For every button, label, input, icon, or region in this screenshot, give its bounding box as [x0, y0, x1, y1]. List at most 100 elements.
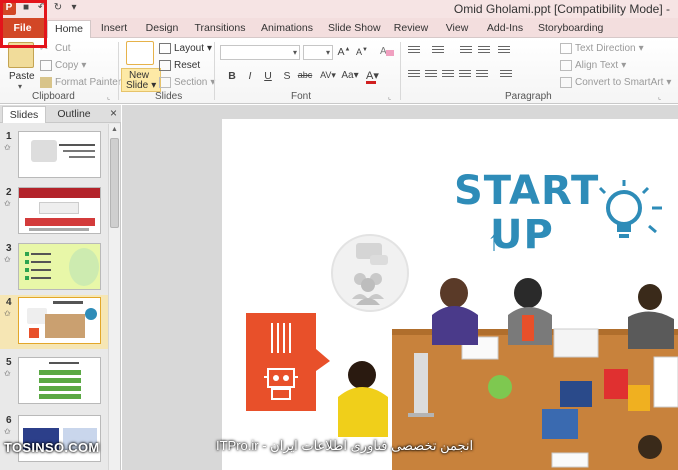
font-color-button[interactable]: A ▾: [366, 69, 386, 84]
tab-review[interactable]: Review: [393, 20, 429, 38]
clear-formatting-icon[interactable]: A: [380, 45, 394, 59]
tab-slides[interactable]: Slides: [2, 106, 46, 123]
convert-smartart-button[interactable]: Convert to SmartArt ▾: [560, 75, 671, 89]
slide-canvas[interactable]: START UP ↑: [222, 119, 678, 470]
tab-add-ins[interactable]: Add-Ins: [485, 20, 525, 38]
animation-star-icon: ✩: [4, 309, 11, 318]
close-icon[interactable]: ×: [110, 106, 117, 120]
new-slide-icon[interactable]: [126, 41, 154, 65]
increase-indent-icon[interactable]: [478, 46, 490, 56]
format-painter-button[interactable]: Format Painter: [40, 75, 121, 89]
quick-access-toolbar: ■ ↶ ↻ ▾: [20, 2, 80, 14]
group-separator: [118, 42, 119, 100]
animation-star-icon: ✩: [4, 369, 11, 378]
tab-storyboarding[interactable]: Storyboarding: [538, 20, 603, 38]
font-size-combo[interactable]: [303, 45, 333, 60]
tab-file[interactable]: File: [0, 18, 45, 38]
slide-thumbnail[interactable]: 6 ✩: [0, 413, 108, 465]
watermark-left: TOSINSO.COM: [4, 440, 100, 455]
align-left-icon[interactable]: [408, 70, 420, 80]
align-center-icon[interactable]: [425, 70, 437, 80]
line-spacing-icon[interactable]: [498, 46, 510, 56]
change-case-button[interactable]: Aa▾: [340, 70, 360, 81]
text-direction-button[interactable]: Text Direction ▾: [560, 41, 644, 55]
clipboard-launcher-icon[interactable]: ⌞: [107, 93, 110, 101]
shrink-font-button[interactable]: A▼: [355, 47, 369, 57]
redo-icon[interactable]: ↻: [52, 2, 64, 14]
section-button[interactable]: Section ▾: [159, 75, 215, 89]
slide-editor: START UP ↑: [122, 105, 678, 470]
arrow-up-icon: ↑: [487, 225, 501, 256]
slide-thumbnail[interactable]: 3 ✩: [0, 241, 108, 293]
ribbon-tabs: File Home Insert Design Transitions Anim…: [0, 18, 678, 39]
ribbon-home: Paste ▾ ✂ Cut Copy ▾ Format Painter Clipbo…: [0, 38, 678, 104]
slide-thumbnail-selected[interactable]: 4 ✩: [0, 295, 108, 349]
tab-outline[interactable]: Outline: [50, 106, 98, 123]
brush-icon: [40, 76, 52, 88]
align-text-icon: [560, 59, 572, 71]
layout-icon: [159, 42, 171, 54]
tab-view[interactable]: View: [443, 20, 471, 38]
distributed-icon[interactable]: [476, 70, 488, 80]
tab-transitions[interactable]: Transitions: [193, 20, 247, 38]
animation-star-icon: ✩: [4, 199, 11, 208]
powerpoint-icon[interactable]: P: [2, 1, 16, 15]
font-group-label: Font: [291, 91, 312, 102]
reset-button[interactable]: Reset: [159, 58, 200, 72]
underline-button[interactable]: U: [261, 70, 275, 82]
paragraph-group-label: Paragraph: [505, 91, 552, 102]
tab-design[interactable]: Design: [142, 20, 182, 38]
undo-icon[interactable]: ↶: [36, 2, 48, 14]
slides-group-label: Slides: [155, 91, 183, 102]
scroll-thumb[interactable]: [110, 138, 119, 228]
slide-thumbnail[interactable]: 5 ✩: [0, 355, 108, 407]
tab-slide-show[interactable]: Slide Show: [328, 20, 381, 38]
columns-icon[interactable]: [500, 70, 512, 80]
cut-button[interactable]: ✂ Cut: [40, 41, 71, 55]
grow-font-button[interactable]: A▲: [337, 46, 351, 58]
scroll-up-icon[interactable]: ▲: [110, 126, 119, 134]
window-title: Omid Gholami.ppt [Compatibility Mode] -: [453, 2, 670, 16]
copy-button[interactable]: Copy ▾: [40, 58, 86, 72]
copy-icon: [40, 59, 52, 71]
save-icon[interactable]: ■: [20, 2, 32, 14]
font-family-combo[interactable]: [220, 45, 300, 60]
tab-home[interactable]: Home: [47, 20, 91, 39]
new-slide-dropdown[interactable]: Slide ▾: [126, 79, 156, 91]
italic-button[interactable]: I: [243, 70, 257, 82]
watermark-right: ITPro.ir - انجمن تخصصی فناوری اطلاعات ای…: [216, 438, 474, 453]
paste-icon[interactable]: [8, 42, 34, 68]
bullets-icon[interactable]: [408, 46, 420, 56]
group-separator: [214, 42, 215, 100]
shadow-button[interactable]: S: [280, 70, 294, 82]
text-direction-icon: [560, 42, 572, 54]
numbering-icon[interactable]: [432, 46, 444, 56]
customize-qat-icon[interactable]: ▾: [68, 2, 80, 14]
section-icon: [159, 76, 171, 88]
lightbulb-icon: [598, 180, 662, 238]
slide-thumbnail[interactable]: 2 ✩: [0, 185, 108, 237]
align-right-icon[interactable]: [442, 70, 454, 80]
startup-title-start: START: [454, 168, 600, 214]
reset-icon: [159, 59, 171, 71]
clipboard-group-label: Clipboard: [32, 91, 75, 102]
align-text-button[interactable]: Align Text ▾: [560, 58, 626, 72]
decrease-indent-icon[interactable]: [460, 46, 472, 56]
pane-tabs: Slides Outline ×: [0, 105, 121, 123]
paragraph-launcher-icon[interactable]: ⌞: [658, 93, 661, 101]
layout-button[interactable]: Layout ▾: [159, 41, 212, 55]
smartart-icon: [560, 76, 572, 88]
justify-icon[interactable]: [459, 70, 471, 80]
paste-dropdown-icon[interactable]: ▾: [18, 82, 22, 91]
strikethrough-button[interactable]: abc: [296, 70, 314, 80]
paste-button[interactable]: Paste: [9, 69, 35, 83]
animation-star-icon: ✩: [4, 427, 11, 436]
font-launcher-icon[interactable]: ⌞: [388, 93, 391, 101]
slide-thumbnail[interactable]: 1 ✩: [0, 129, 108, 181]
pane-scrollbar[interactable]: ▲: [108, 124, 120, 470]
animation-star-icon: ✩: [4, 143, 11, 152]
tab-insert[interactable]: Insert: [96, 20, 132, 38]
tab-animations[interactable]: Animations: [259, 20, 315, 38]
bold-button[interactable]: B: [225, 70, 239, 82]
character-spacing-button[interactable]: AV▾: [319, 70, 337, 81]
